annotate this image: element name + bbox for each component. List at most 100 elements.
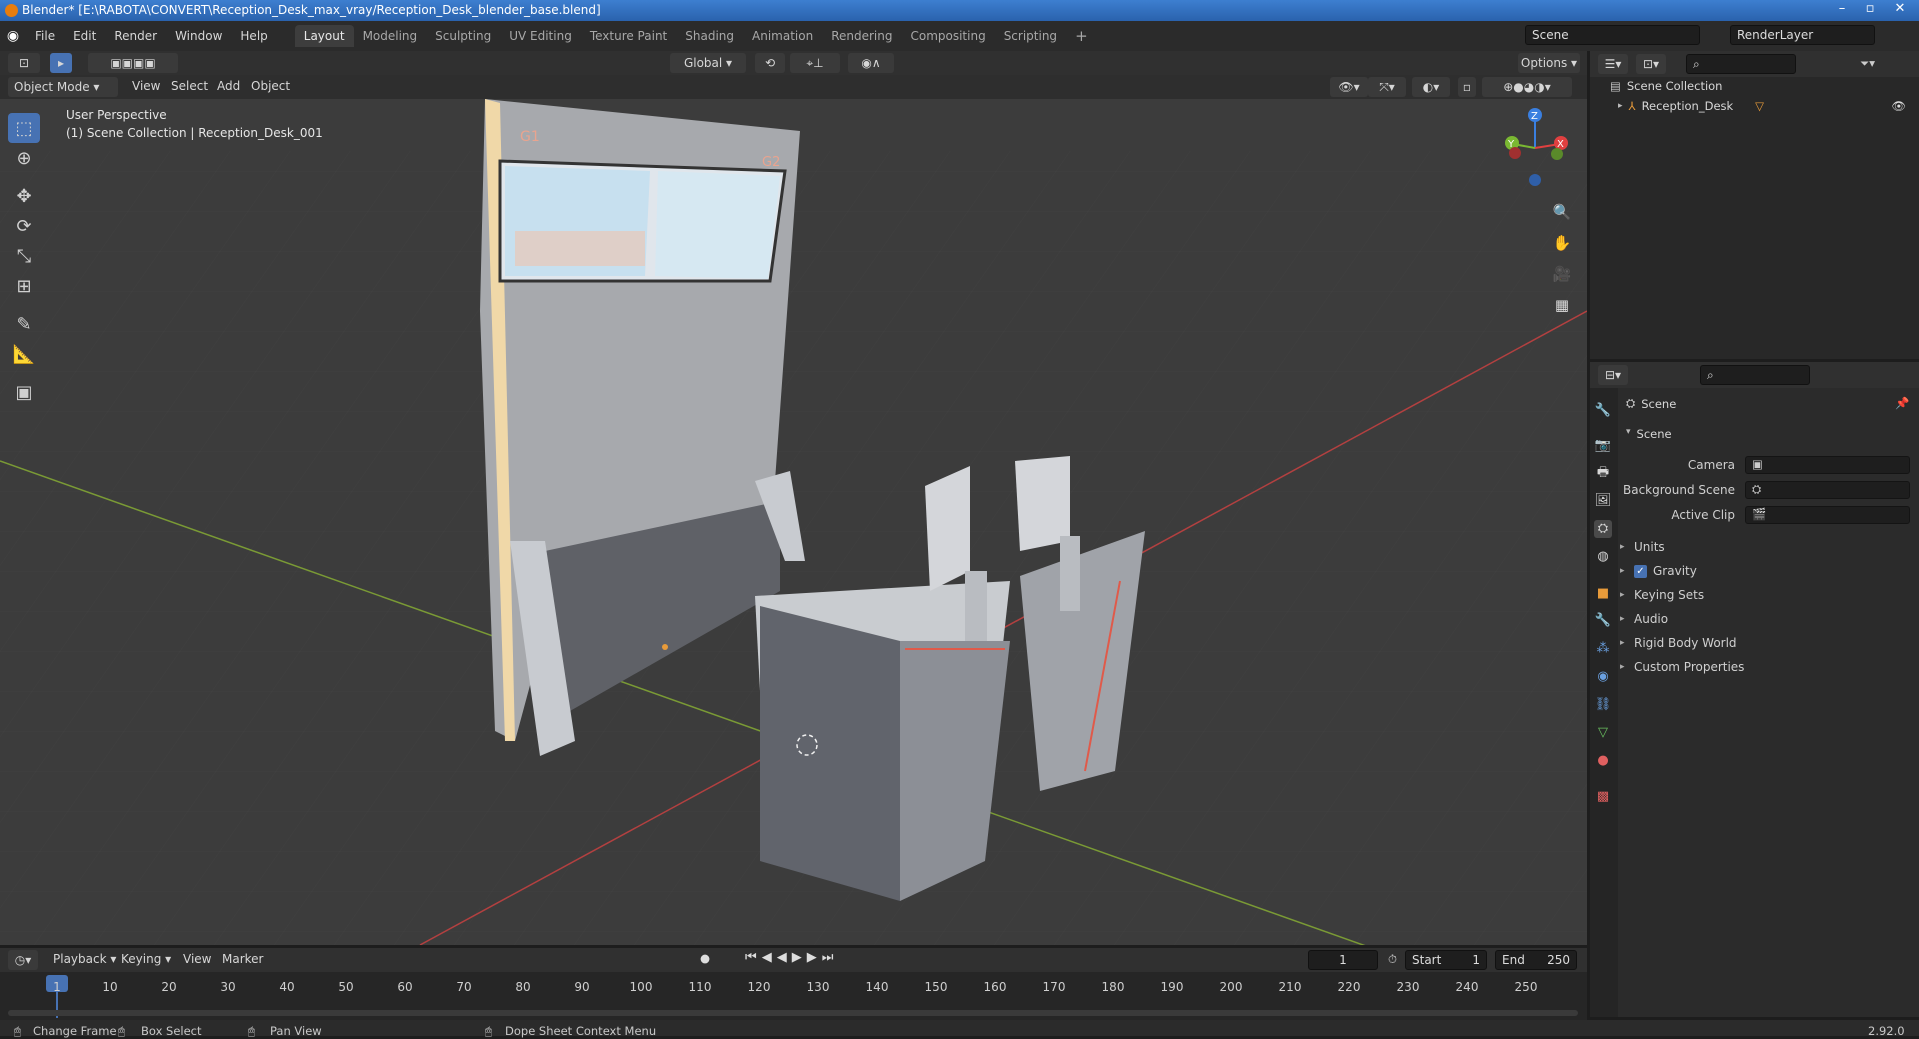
transform-orientation-dropdown[interactable]: Global ▾	[670, 53, 746, 73]
texture-tab-icon[interactable]: ▩	[1594, 788, 1612, 806]
timeline-scrollbar[interactable]	[8, 1010, 1578, 1016]
particles-tab-icon[interactable]: ⁂	[1594, 640, 1612, 658]
menu-window[interactable]: Window	[166, 29, 231, 43]
tab-layout[interactable]: Layout	[294, 25, 354, 47]
close-button[interactable]: ✕	[1886, 0, 1914, 18]
tab-rendering[interactable]: Rendering	[822, 25, 901, 47]
tab-animation[interactable]: Animation	[743, 25, 822, 47]
timeline-editor-icon[interactable]: ◷▾	[8, 950, 38, 970]
subpanel-keying-sets[interactable]: ▸ Keying Sets	[1620, 586, 1704, 604]
rigid-body-world-label: Rigid Body World	[1634, 636, 1737, 650]
physics-tab-icon[interactable]: ◉	[1594, 668, 1612, 686]
outliner-row-reception-desk[interactable]: ▸ ⅄ Reception_Desk ▽ 👁	[1618, 99, 1918, 113]
world-tab-icon[interactable]: ◍	[1594, 548, 1612, 566]
viewport-menu-object[interactable]: Object	[242, 79, 299, 93]
outliner-editor-icon[interactable]: ☰▾	[1598, 54, 1628, 74]
scene-selector[interactable]: Scene	[1525, 25, 1700, 45]
expand-arrow-icon[interactable]: ▸	[1618, 101, 1623, 111]
properties-editor-icon[interactable]: ⊟▾	[1598, 365, 1628, 385]
menu-edit[interactable]: Edit	[64, 29, 105, 43]
pin-icon[interactable]: 📌	[1895, 396, 1909, 410]
shading-mode-icons[interactable]: ⊕●◕◑▾	[1482, 77, 1572, 97]
zoom-icon[interactable]: 🔍	[1550, 197, 1574, 228]
subpanel-units[interactable]: ▸ Units	[1620, 538, 1665, 556]
properties-search-input[interactable]: ⌕	[1700, 365, 1810, 385]
move-tool-icon[interactable]: ✥	[8, 181, 40, 211]
background-scene-field[interactable]: ⛭	[1745, 481, 1910, 499]
overlay-toggle-icon[interactable]: ◐▾	[1412, 77, 1450, 97]
blender-menu-icon[interactable]: ◉	[0, 28, 26, 44]
selection-mode-buttons[interactable]: ▣▣▣▣	[88, 53, 178, 73]
outliner-row-scene-collection[interactable]: ▤ Scene Collection	[1610, 79, 1722, 93]
tool-tab-icon[interactable]: 🔧	[1594, 402, 1612, 420]
tab-scripting[interactable]: Scripting	[995, 25, 1066, 47]
rotate-tool-icon[interactable]: ⟳	[8, 211, 40, 241]
ortho-grid-icon[interactable]: ▦	[1550, 290, 1574, 321]
tab-shading[interactable]: Shading	[676, 25, 743, 47]
proportional-edit-icon[interactable]: ◉∧	[848, 53, 894, 73]
renderlayer-selector[interactable]: RenderLayer	[1730, 25, 1875, 45]
subpanel-audio[interactable]: ▸ Audio	[1620, 610, 1668, 628]
subpanel-custom-properties[interactable]: ▸ Custom Properties	[1620, 658, 1744, 676]
transform-tool-icon[interactable]: ⊞	[8, 271, 40, 301]
end-frame-field[interactable]: End 250	[1495, 950, 1577, 970]
add-workspace-icon[interactable]: +	[1066, 23, 1097, 49]
timeline-menu-marker[interactable]: Marker	[213, 952, 272, 966]
viewport-3d[interactable]: G1 G2 ⬚ ⊕ ✥ ⟳ ⤡ ⊞ ✎ 📐 ▣ User Perspective…	[0, 51, 1587, 945]
render-tab-icon[interactable]: 📷	[1594, 437, 1612, 455]
current-frame-field[interactable]: 1	[1308, 950, 1378, 970]
menu-file[interactable]: File	[26, 29, 64, 43]
object-tab-icon[interactable]: ■	[1594, 585, 1612, 603]
pan-hand-icon[interactable]: ✋	[1550, 228, 1574, 259]
camera-field[interactable]: ▣	[1745, 456, 1910, 474]
filter-icon[interactable]: ⏷▾	[1860, 56, 1875, 71]
record-icon[interactable]: ●	[700, 951, 710, 965]
active-clip-field[interactable]: 🎬	[1745, 506, 1910, 524]
cursor-tool-icon[interactable]: ⊕	[8, 143, 40, 173]
gravity-checkbox[interactable]: ✓	[1634, 564, 1647, 578]
visibility-icon[interactable]: 👁▾	[1330, 77, 1368, 97]
modifier-tab-icon[interactable]: 🔧	[1594, 612, 1612, 630]
camera-view-icon[interactable]: 🎥	[1550, 259, 1574, 290]
view-layer-tab-icon[interactable]: 🖼	[1594, 492, 1612, 510]
add-cube-tool-icon[interactable]: ▣	[8, 377, 40, 407]
object-origin	[662, 644, 668, 650]
scene-panel-header[interactable]: ▾ Scene	[1626, 427, 1672, 441]
eye-visibility-icon[interactable]: 👁	[1891, 99, 1906, 113]
gizmo-toggle-icon[interactable]: ⤧▾	[1368, 77, 1406, 97]
xray-icon[interactable]: ▫	[1458, 77, 1476, 97]
snap-icon[interactable]: ⌖⊥	[790, 53, 840, 73]
subpanel-rigid-body-world[interactable]: ▸ Rigid Body World	[1620, 634, 1737, 652]
maximize-button[interactable]: ▫	[1856, 0, 1884, 18]
minimize-button[interactable]: –	[1828, 0, 1856, 18]
object-data-tab-icon[interactable]: ▽	[1594, 724, 1612, 742]
tab-sculpting[interactable]: Sculpting	[426, 25, 500, 47]
mode-dropdown[interactable]: Object Mode ▾	[8, 77, 118, 97]
tab-texture-paint[interactable]: Texture Paint	[581, 25, 676, 47]
select-mode-icon[interactable]: ▸	[50, 53, 72, 73]
navigation-gizmo[interactable]: Z Y X	[1495, 106, 1570, 191]
pivot-icon[interactable]: ⟲	[755, 53, 785, 73]
tab-uv-editing[interactable]: UV Editing	[500, 25, 581, 47]
start-frame-field[interactable]: Start 1	[1405, 950, 1487, 970]
menu-render[interactable]: Render	[105, 29, 166, 43]
scale-tool-icon[interactable]: ⤡	[8, 241, 40, 271]
editor-type-icon[interactable]: ⊡	[8, 53, 40, 73]
display-mode-icon[interactable]: ⊡▾	[1636, 54, 1666, 74]
clock-icon[interactable]: ⏱	[1388, 952, 1397, 967]
subpanel-gravity[interactable]: ▸ ✓ Gravity	[1620, 562, 1697, 580]
tab-compositing[interactable]: Compositing	[901, 25, 994, 47]
scene-tab-icon[interactable]: ⛭	[1594, 520, 1612, 538]
material-tab-icon[interactable]: ●	[1594, 752, 1612, 770]
menu-help[interactable]: Help	[231, 29, 276, 43]
output-tab-icon[interactable]: 🖶	[1594, 464, 1612, 482]
annotate-tool-icon[interactable]: ✎	[8, 309, 40, 339]
outliner-search-input[interactable]: ⌕	[1686, 54, 1796, 74]
select-box-tool-icon[interactable]: ⬚	[8, 113, 40, 143]
tab-modeling[interactable]: Modeling	[354, 25, 427, 47]
measure-tool-icon[interactable]: 📐	[8, 339, 40, 369]
options-dropdown[interactable]: Options ▾	[1518, 53, 1580, 73]
playback-controls-icons[interactable]: ⏮◀◀▶▶⏭	[745, 950, 838, 965]
constraints-tab-icon[interactable]: ⛓	[1594, 696, 1612, 714]
timeline-menu-keying[interactable]: Keying ▾	[112, 952, 180, 966]
